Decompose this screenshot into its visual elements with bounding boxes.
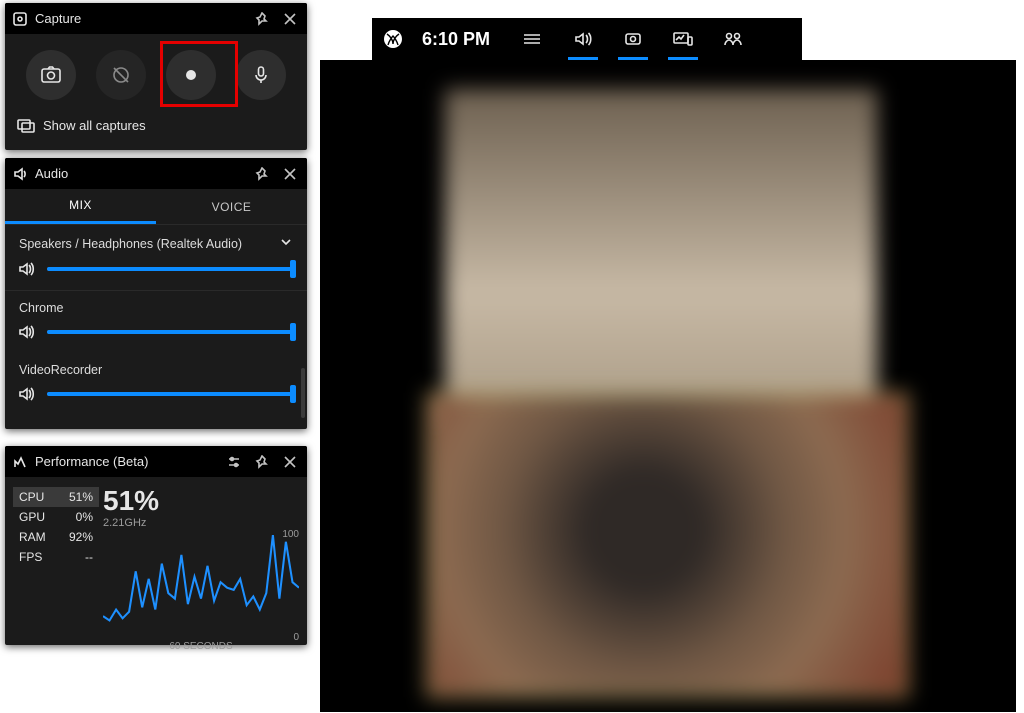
pin-icon[interactable] [253,10,271,28]
audio-app1-label: Chrome [19,301,63,315]
stat-fps-value: -- [85,550,93,564]
capture-toggle-icon[interactable] [608,18,658,60]
app1-volume-slider[interactable] [19,325,293,339]
close-icon[interactable] [281,165,299,183]
xbox-icon[interactable] [382,28,404,50]
audio-app1-section: Chrome [5,290,307,339]
chevron-down-icon[interactable] [279,235,293,252]
stat-cpu[interactable]: CPU 51% [13,487,99,507]
show-all-captures-link[interactable]: Show all captures [5,108,307,141]
screenshot-button[interactable] [26,50,76,100]
stat-ram-label: RAM [19,530,46,544]
tab-voice[interactable]: VOICE [156,189,307,224]
pin-icon[interactable] [253,453,271,471]
stat-cpu-label: CPU [19,490,44,504]
widgets-menu-icon[interactable] [508,18,558,60]
main-video-area [320,60,1016,712]
audio-app2-label: VideoRecorder [19,363,102,377]
speaker-icon [19,262,37,276]
performance-title: Performance (Beta) [35,454,225,469]
microphone-button[interactable] [236,50,286,100]
performance-toggle-icon[interactable] [658,18,708,60]
device-volume-slider[interactable] [19,262,293,276]
gamebar-topbar: 6:10 PM [372,18,802,60]
performance-widget-icon [13,455,27,469]
clock-time: 6:10 PM [422,29,490,50]
scrollbar[interactable] [301,368,305,418]
audio-app2-section: VideoRecorder [5,353,307,401]
close-icon[interactable] [281,453,299,471]
tab-mix[interactable]: MIX [5,189,156,224]
settings-sliders-icon[interactable] [225,453,243,471]
video-participant-front [429,395,906,695]
stat-ram[interactable]: RAM 92% [13,527,99,547]
video-participant-back [445,89,877,427]
record-last-button[interactable] [96,50,146,100]
capture-title: Capture [35,11,253,26]
capture-body [5,34,307,108]
xbox-social-icon[interactable] [708,18,758,60]
speaker-icon [19,325,37,339]
capture-header[interactable]: Capture [5,3,307,34]
big-usage-value: 51% [103,487,299,515]
capture-widget-icon [13,12,27,26]
speaker-icon [19,387,37,401]
stat-fps[interactable]: FPS -- [13,547,99,567]
stat-gpu-value: 0% [76,510,93,524]
audio-device-section: Speakers / Headphones (Realtek Audio) [5,225,307,276]
app2-volume-slider[interactable] [19,387,293,401]
stat-ram-value: 92% [69,530,93,544]
pin-icon[interactable] [253,165,271,183]
stat-cpu-value: 51% [69,490,93,504]
stat-gpu-label: GPU [19,510,45,524]
audio-title: Audio [35,166,253,181]
show-all-captures-label: Show all captures [43,118,146,133]
stat-gpu[interactable]: GPU 0% [13,507,99,527]
record-button[interactable] [166,50,216,100]
audio-widget-icon [13,167,27,181]
audio-device-label: Speakers / Headphones (Realtek Audio) [19,237,242,251]
stat-list: CPU 51% GPU 0% RAM 92% FPS -- [13,487,99,652]
audio-header[interactable]: Audio [5,158,307,189]
gallery-icon [17,119,35,133]
chart-xaxis-label: 60 SECONDS [103,641,299,652]
capture-panel: Capture Show all c [5,3,307,150]
performance-panel: Performance (Beta) CPU 51% GPU 0% R [5,446,307,645]
close-icon[interactable] [281,10,299,28]
stat-fps-label: FPS [19,550,42,564]
audio-tabs: MIX VOICE [5,189,307,225]
audio-panel: Audio MIX VOICE Speakers / Headphones (R… [5,158,307,429]
performance-header[interactable]: Performance (Beta) [5,446,307,477]
usage-chart: 100 0 [103,533,299,639]
audio-toggle-icon[interactable] [558,18,608,60]
cpu-clock-value: 2.21GHz [103,517,299,529]
